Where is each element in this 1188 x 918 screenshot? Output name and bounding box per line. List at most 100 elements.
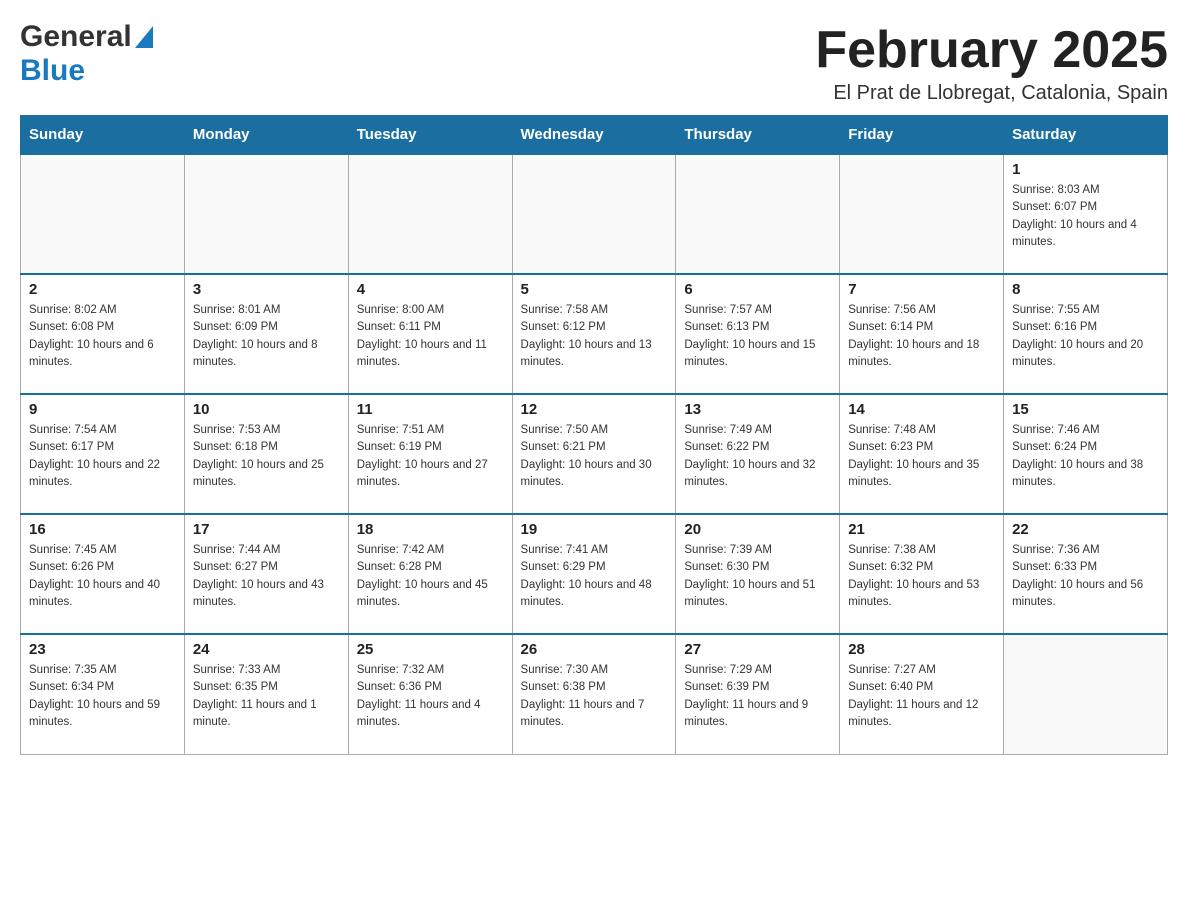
day-info: Sunrise: 7:55 AMSunset: 6:16 PMDaylight:… — [1012, 302, 1159, 371]
calendar-day-header: Saturday — [1004, 116, 1168, 155]
day-number: 23 — [29, 641, 176, 658]
calendar-cell: 6 Sunrise: 7:57 AMSunset: 6:13 PMDaylight… — [676, 274, 840, 394]
calendar-cell: 8 Sunrise: 7:55 AMSunset: 6:16 PMDaylight… — [1004, 274, 1168, 394]
calendar-cell: 24Sunrise: 7:33 AMSunset: 6:35 PMDayligh… — [184, 634, 348, 754]
day-info: Sunrise: 7:41 AMSunset: 6:29 PMDaylight:… — [521, 542, 668, 611]
day-number: 3 — [193, 281, 340, 298]
calendar-day-header: Tuesday — [348, 116, 512, 155]
calendar-cell: 7 Sunrise: 7:56 AMSunset: 6:14 PMDaylight… — [840, 274, 1004, 394]
day-number: 4 — [357, 281, 504, 298]
day-number: 13 — [684, 401, 831, 418]
day-info: Sunrise: 7:32 AMSunset: 6:36 PMDaylight:… — [357, 662, 504, 731]
day-number: 22 — [1012, 521, 1159, 538]
calendar-cell: 9 Sunrise: 7:54 AMSunset: 6:17 PMDaylight… — [21, 394, 185, 514]
page-header: General Blue February 2025 El Prat de Ll… — [20, 20, 1168, 105]
calendar-header-row: SundayMondayTuesdayWednesdayThursdayFrid… — [21, 116, 1168, 155]
day-number: 17 — [193, 521, 340, 538]
day-info: Sunrise: 7:48 AMSunset: 6:23 PMDaylight:… — [848, 422, 995, 491]
day-number: 9 — [29, 401, 176, 418]
day-info: Sunrise: 8:01 AMSunset: 6:09 PMDaylight:… — [193, 302, 340, 371]
day-info: Sunrise: 7:39 AMSunset: 6:30 PMDaylight:… — [684, 542, 831, 611]
day-number: 28 — [848, 641, 995, 658]
location-text: El Prat de Llobregat, Catalonia, Spain — [815, 82, 1168, 105]
day-info: Sunrise: 8:00 AMSunset: 6:11 PMDaylight:… — [357, 302, 504, 371]
calendar-cell: 10 Sunrise: 7:53 AMSunset: 6:18 PMDayligh… — [184, 394, 348, 514]
day-number: 21 — [848, 521, 995, 538]
calendar-cell: 22 Sunrise: 7:36 AMSunset: 6:33 PMDayligh… — [1004, 514, 1168, 634]
calendar-cell: 15 Sunrise: 7:46 AMSunset: 6:24 PMDayligh… — [1004, 394, 1168, 514]
day-number: 10 — [193, 401, 340, 418]
calendar-week-row: 23 Sunrise: 7:35 AMSunset: 6:34 PMDayligh… — [21, 634, 1168, 754]
calendar-cell: 3 Sunrise: 8:01 AMSunset: 6:09 PMDaylight… — [184, 274, 348, 394]
calendar-cell — [840, 154, 1004, 274]
day-info: Sunrise: 8:03 AMSunset: 6:07 PMDaylight:… — [1012, 182, 1159, 251]
day-info: Sunrise: 7:54 AMSunset: 6:17 PMDaylight:… — [29, 422, 176, 491]
calendar-day-header: Wednesday — [512, 116, 676, 155]
calendar-cell — [21, 154, 185, 274]
day-info: Sunrise: 7:57 AMSunset: 6:13 PMDaylight:… — [684, 302, 831, 371]
calendar-cell: 16 Sunrise: 7:45 AMSunset: 6:26 PMDayligh… — [21, 514, 185, 634]
day-info: Sunrise: 8:02 AMSunset: 6:08 PMDaylight:… — [29, 302, 176, 371]
calendar-cell: 25 Sunrise: 7:32 AMSunset: 6:36 PMDayligh… — [348, 634, 512, 754]
day-number: 2 — [29, 281, 176, 298]
day-number: 5 — [521, 281, 668, 298]
logo-arrow-icon — [135, 26, 153, 48]
day-number: 6 — [684, 281, 831, 298]
calendar-cell: 5 Sunrise: 7:58 AMSunset: 6:12 PMDaylight… — [512, 274, 676, 394]
calendar-cell: 13Sunrise: 7:49 AMSunset: 6:22 PMDayligh… — [676, 394, 840, 514]
calendar-day-header: Monday — [184, 116, 348, 155]
day-info: Sunrise: 7:58 AMSunset: 6:12 PMDaylight:… — [521, 302, 668, 371]
calendar-day-header: Friday — [840, 116, 1004, 155]
calendar-cell: 17 Sunrise: 7:44 AMSunset: 6:27 PMDayligh… — [184, 514, 348, 634]
calendar-cell: 12 Sunrise: 7:50 AMSunset: 6:21 PMDayligh… — [512, 394, 676, 514]
calendar-day-header: Thursday — [676, 116, 840, 155]
day-info: Sunrise: 7:38 AMSunset: 6:32 PMDaylight:… — [848, 542, 995, 611]
calendar-cell: 2 Sunrise: 8:02 AMSunset: 6:08 PMDaylight… — [21, 274, 185, 394]
day-number: 26 — [521, 641, 668, 658]
calendar-cell: 28 Sunrise: 7:27 AMSunset: 6:40 PMDayligh… — [840, 634, 1004, 754]
logo-general-text: General — [20, 20, 132, 54]
calendar-cell: 1 Sunrise: 8:03 AMSunset: 6:07 PMDaylight… — [1004, 154, 1168, 274]
calendar-week-row: 9 Sunrise: 7:54 AMSunset: 6:17 PMDaylight… — [21, 394, 1168, 514]
calendar-week-row: 2 Sunrise: 8:02 AMSunset: 6:08 PMDaylight… — [21, 274, 1168, 394]
day-number: 19 — [521, 521, 668, 538]
day-info: Sunrise: 7:53 AMSunset: 6:18 PMDaylight:… — [193, 422, 340, 491]
month-title: February 2025 — [815, 20, 1168, 80]
calendar-cell: 11 Sunrise: 7:51 AMSunset: 6:19 PMDayligh… — [348, 394, 512, 514]
day-number: 11 — [357, 401, 504, 418]
calendar-cell — [512, 154, 676, 274]
day-number: 24 — [193, 641, 340, 658]
calendar-day-header: Sunday — [21, 116, 185, 155]
day-number: 20 — [684, 521, 831, 538]
calendar-cell — [348, 154, 512, 274]
day-info: Sunrise: 7:30 AMSunset: 6:38 PMDaylight:… — [521, 662, 668, 731]
calendar-cell — [1004, 634, 1168, 754]
day-info: Sunrise: 7:36 AMSunset: 6:33 PMDaylight:… — [1012, 542, 1159, 611]
day-info: Sunrise: 7:50 AMSunset: 6:21 PMDaylight:… — [521, 422, 668, 491]
title-section: February 2025 El Prat de Llobregat, Cata… — [815, 20, 1168, 105]
day-number: 25 — [357, 641, 504, 658]
day-info: Sunrise: 7:51 AMSunset: 6:19 PMDaylight:… — [357, 422, 504, 491]
calendar-week-row: 1 Sunrise: 8:03 AMSunset: 6:07 PMDaylight… — [21, 154, 1168, 274]
day-info: Sunrise: 7:27 AMSunset: 6:40 PMDaylight:… — [848, 662, 995, 731]
day-number: 14 — [848, 401, 995, 418]
day-number: 8 — [1012, 281, 1159, 298]
day-number: 27 — [684, 641, 831, 658]
day-info: Sunrise: 7:29 AMSunset: 6:39 PMDaylight:… — [684, 662, 831, 731]
calendar-cell: 14 Sunrise: 7:48 AMSunset: 6:23 PMDayligh… — [840, 394, 1004, 514]
day-info: Sunrise: 7:44 AMSunset: 6:27 PMDaylight:… — [193, 542, 340, 611]
day-number: 12 — [521, 401, 668, 418]
day-number: 1 — [1012, 161, 1159, 178]
day-info: Sunrise: 7:46 AMSunset: 6:24 PMDaylight:… — [1012, 422, 1159, 491]
calendar-cell: 21 Sunrise: 7:38 AMSunset: 6:32 PMDayligh… — [840, 514, 1004, 634]
day-info: Sunrise: 7:35 AMSunset: 6:34 PMDaylight:… — [29, 662, 176, 731]
day-number: 7 — [848, 281, 995, 298]
calendar-cell — [184, 154, 348, 274]
day-number: 18 — [357, 521, 504, 538]
day-number: 15 — [1012, 401, 1159, 418]
day-info: Sunrise: 7:45 AMSunset: 6:26 PMDaylight:… — [29, 542, 176, 611]
day-number: 16 — [29, 521, 176, 538]
day-info: Sunrise: 7:42 AMSunset: 6:28 PMDaylight:… — [357, 542, 504, 611]
day-info: Sunrise: 7:56 AMSunset: 6:14 PMDaylight:… — [848, 302, 995, 371]
logo: General Blue — [20, 20, 153, 88]
